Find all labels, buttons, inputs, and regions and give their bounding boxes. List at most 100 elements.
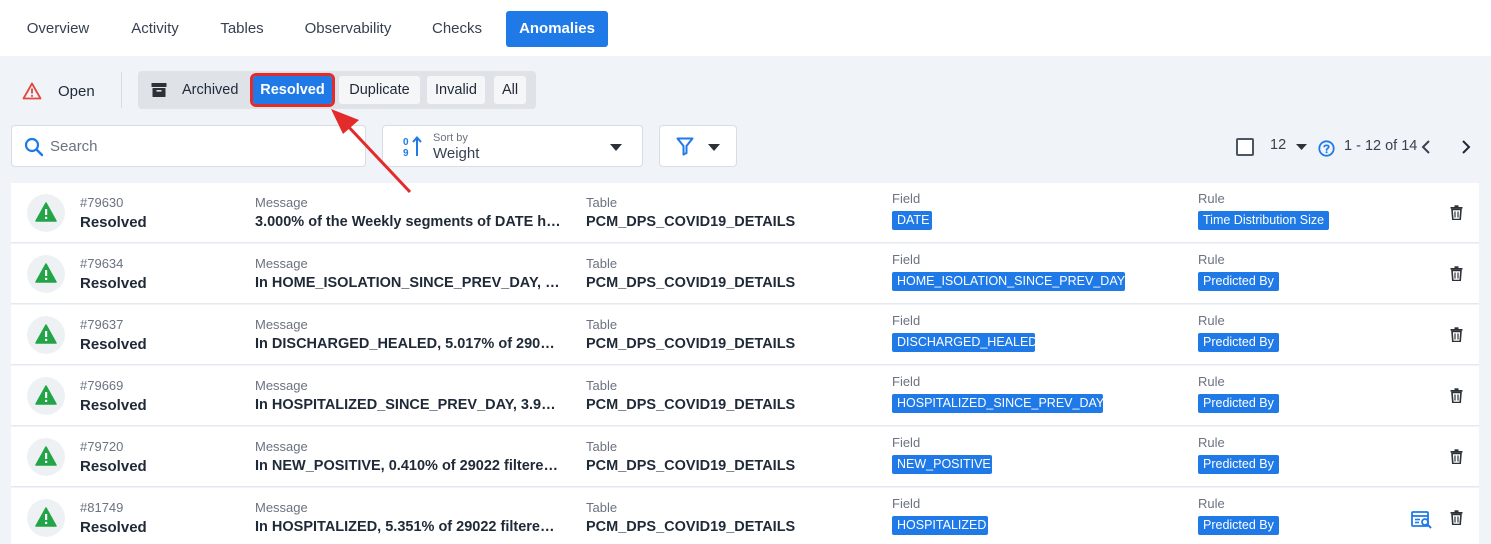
sort-value: Weight [433, 145, 480, 162]
page-size-select[interactable]: 12 [1270, 137, 1286, 153]
warning-triangle-icon [35, 446, 57, 466]
anomaly-id: #79637 [80, 317, 124, 332]
status-badge [27, 316, 65, 354]
sort-numeric-icon: 0 9 [403, 136, 422, 158]
status-resolved-button[interactable]: Resolved [250, 73, 335, 107]
chevron-down-icon [708, 144, 720, 151]
trash-icon[interactable] [1450, 266, 1463, 281]
status-archived-label: Archived [182, 82, 239, 98]
status-badge [27, 438, 65, 476]
field-label: Field [892, 435, 921, 450]
rule-label: Rule [1198, 313, 1225, 328]
field-chip: HOSPITALIZED [892, 516, 988, 535]
search-input[interactable] [50, 135, 350, 157]
warning-triangle-icon [35, 263, 57, 283]
search-box [11, 125, 366, 167]
field-chip: HOSPITALIZED_SINCE_PREV_DAY [892, 394, 1103, 413]
chevron-right-icon[interactable] [1460, 139, 1472, 155]
status-open-button[interactable]: Open [22, 78, 95, 104]
message-label: Message [255, 439, 308, 454]
tab-overview[interactable]: Overview [22, 11, 94, 47]
status-archived-button[interactable]: Archived [144, 76, 248, 104]
trash-icon[interactable] [1450, 388, 1463, 403]
status-segmented-control: Archived Resolved Duplicate Invalid All [138, 71, 536, 109]
tab-anomalies[interactable]: Anomalies [506, 11, 608, 47]
anomaly-row[interactable]: #79634 Resolved Message In HOME_ISOLATIO… [11, 244, 1479, 304]
status-invalid-button[interactable]: Invalid [427, 76, 485, 104]
tab-observability[interactable]: Observability [298, 11, 398, 47]
table-label: Table [586, 256, 618, 271]
rule-label: Rule [1198, 435, 1225, 450]
anomaly-id: #79634 [80, 256, 124, 271]
help-icon[interactable] [1318, 140, 1335, 157]
field-chip: DISCHARGED_HEALED [892, 333, 1035, 352]
chevron-down-icon[interactable] [1296, 144, 1307, 150]
anomaly-message: In HOSPITALIZED, 5.351% of 29022 filtere… [255, 519, 561, 535]
anomaly-message: 3.000% of the Weekly segments of DATE ha… [255, 214, 561, 230]
status-badge [27, 194, 65, 232]
status-open-label: Open [58, 82, 95, 100]
field-chip: DATE [892, 211, 932, 230]
tab-checks[interactable]: Checks [427, 11, 487, 47]
message-label: Message [255, 378, 308, 393]
anomaly-message: In DISCHARGED_HEALED, 5.017% of 29022 fi… [255, 336, 561, 352]
anomaly-message: In HOSPITALIZED_SINCE_PREV_DAY, 3.925% o… [255, 397, 561, 413]
trash-icon[interactable] [1450, 449, 1463, 464]
sort-dropdown[interactable]: 0 9 Sort by Weight [382, 125, 643, 167]
anomaly-status: Resolved [80, 336, 147, 353]
chevron-left-icon[interactable] [1420, 139, 1432, 155]
field-label: Field [892, 496, 921, 511]
anomaly-status: Resolved [80, 275, 147, 292]
anomaly-id: #81749 [80, 500, 124, 515]
anomaly-row[interactable]: #79720 Resolved Message In NEW_POSITIVE,… [11, 427, 1479, 487]
message-label: Message [255, 256, 308, 271]
rule-chip: Predicted By [1198, 455, 1279, 474]
field-label: Field [892, 191, 921, 206]
table-label: Table [586, 378, 618, 393]
filter-button[interactable] [659, 125, 737, 167]
anomaly-status: Resolved [80, 519, 147, 536]
tab-tables[interactable]: Tables [216, 11, 268, 47]
anomaly-message: In NEW_POSITIVE, 0.410% of 29022 filtere… [255, 458, 561, 474]
anomaly-table: PCM_DPS_COVID19_DETAILS [586, 214, 796, 230]
trash-icon[interactable] [1450, 327, 1463, 342]
search-icon [24, 137, 44, 157]
warning-triangle-icon [35, 202, 57, 222]
anomaly-status: Resolved [80, 214, 147, 231]
rule-label: Rule [1198, 191, 1225, 206]
message-label: Message [255, 195, 308, 210]
anomaly-id: #79669 [80, 378, 124, 393]
anomaly-table: PCM_DPS_COVID19_DETAILS [586, 275, 796, 291]
svg-text:9: 9 [403, 148, 409, 158]
rule-label: Rule [1198, 496, 1225, 511]
anomaly-row[interactable]: #81749 Resolved Message In HOSPITALIZED,… [11, 488, 1479, 544]
anomaly-row[interactable]: #79637 Resolved Message In DISCHARGED_HE… [11, 305, 1479, 365]
status-all-button[interactable]: All [494, 76, 526, 104]
table-label: Table [586, 195, 618, 210]
pagination-range: 1 - 12 of 14 [1344, 138, 1418, 154]
table-label: Table [586, 317, 618, 332]
anomaly-row[interactable]: #79630 Resolved Message 3.000% of the We… [11, 183, 1479, 243]
status-badge [27, 499, 65, 537]
rule-label: Rule [1198, 374, 1225, 389]
tab-activity[interactable]: Activity [124, 11, 186, 47]
anomaly-table: PCM_DPS_COVID19_DETAILS [586, 519, 796, 535]
trash-icon[interactable] [1450, 205, 1463, 220]
rule-chip: Predicted By [1198, 394, 1279, 413]
trash-icon[interactable] [1450, 510, 1463, 525]
anomaly-table: PCM_DPS_COVID19_DETAILS [586, 397, 796, 413]
select-all-checkbox[interactable] [1236, 138, 1254, 156]
field-chip: HOME_ISOLATION_SINCE_PREV_DAY [892, 272, 1125, 291]
status-duplicate-button[interactable]: Duplicate [339, 76, 420, 104]
table-label: Table [586, 439, 618, 454]
rule-label: Rule [1198, 252, 1225, 267]
inspect-record-icon[interactable] [1411, 511, 1433, 529]
field-chip: NEW_POSITIVE [892, 455, 992, 474]
filter-icon [676, 137, 694, 156]
anomaly-id: #79630 [80, 195, 124, 210]
message-label: Message [255, 500, 308, 515]
top-tab-bar: Overview Activity Tables Observability C… [0, 0, 1491, 56]
message-label: Message [255, 317, 308, 332]
svg-text:0: 0 [403, 137, 409, 148]
anomaly-row[interactable]: #79669 Resolved Message In HOSPITALIZED_… [11, 366, 1479, 426]
